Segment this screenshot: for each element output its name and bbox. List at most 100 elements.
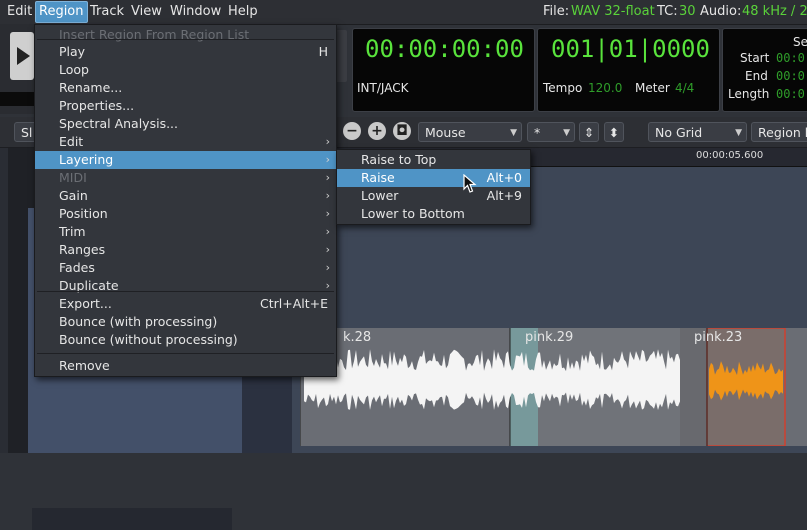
menu-separator [37,291,334,292]
menu-edit[interactable]: Edit [4,2,35,22]
submenu-arrow-icon: › [325,153,330,166]
region-menu-item-properties[interactable]: Properties... [35,97,336,115]
menu-item-label: Rename... [59,80,123,95]
edit-point-value: Mouse [425,125,466,140]
submenu-arrow-icon: › [325,171,330,184]
layering-item-lower-to-bottom[interactable]: Lower to Bottom [337,205,530,223]
menu-item-label: Raise [361,170,395,185]
tempo-value: 120.0 [588,81,623,95]
region-menu-item-rename[interactable]: Rename... [35,79,336,97]
menu-item-shortcut: Alt+9 [486,188,522,203]
tempo-label: Tempo [543,81,583,95]
menu-item-label: Gain [59,188,88,203]
selection-length-label: Length [728,87,770,101]
menu-bar: Edit Region Track View Window Help File:… [0,0,807,25]
play-button[interactable] [10,32,34,80]
layering-item-raise[interactable]: Raise Alt+0 [337,169,530,187]
primary-clock[interactable]: 00:00:00:00 INT/JACK [352,28,535,112]
menu-item-label: Play [59,44,86,59]
dropdown-arrow-icon: ▼ [735,128,742,138]
region-menu-item-fades[interactable]: Fades › [35,259,336,277]
menu-item-label: Raise to Top [361,152,437,167]
nudge-clock-icon[interactable]: ⇕ [579,122,599,142]
menu-item-label: Remove [59,358,110,373]
region-menu-item-layering[interactable]: Layering › [35,151,336,169]
secondary-clock[interactable]: 001|01|0000 Tempo 120.0 Meter 4/4 [537,28,720,112]
menu-item-shortcut: H [318,44,328,59]
region-menu: Insert Region From Region List Play H Loop R… [34,24,337,377]
status-tc-value: 30 [679,4,696,19]
transport-indicator [0,92,34,106]
zoom-in-icon[interactable]: + [368,122,386,140]
left-edge-strip [0,148,8,453]
region-menu-item-position[interactable]: Position › [35,205,336,223]
selection-end-value: 00:0 [776,69,805,83]
edit-point-selector[interactable]: Mouse ▼ [418,122,522,142]
region-menu-item-bounce-with-processing[interactable]: Bounce (with processing) [35,313,336,331]
menu-window[interactable]: Window [167,2,224,22]
region-menu-item-spectral-analysis[interactable]: Spectral Analysis... [35,115,336,133]
region-menu-item-insert-region-from-region-list: Insert Region From Region List [35,26,336,44]
region-menu-item-play[interactable]: Play H [35,43,336,61]
selection-length-value: 00:0 [776,87,805,101]
mouse-cursor-icon [463,174,477,193]
layering-item-lower[interactable]: Lower Alt+9 [337,187,530,205]
submenu-arrow-icon: › [325,135,330,148]
grid-selector[interactable]: No Grid ▼ [648,122,747,142]
audio-track-lane[interactable] [300,328,807,446]
status-file-label: File: [543,4,570,19]
region-menu-item-bounce-without-processing[interactable]: Bounce (without processing) [35,331,336,349]
submenu-arrow-icon: › [325,243,330,256]
menu-item-label: Spectral Analysis... [59,116,179,131]
submenu-arrow-icon: › [325,207,330,220]
layering-item-raise-to-top[interactable]: Raise to Top [337,151,530,169]
region-name-pink29: pink.29 [525,330,574,345]
bbt-display: 001|01|0000 [551,35,710,63]
region-menu-item-edit[interactable]: Edit › [35,133,336,151]
menu-separator [37,39,334,40]
submenu-arrow-icon: › [325,261,330,274]
sync-source: INT/JACK [357,81,409,95]
menu-item-label: Lower [361,188,399,203]
layering-submenu: Raise to Top Raise Alt+0 Lower Alt+9 Lower to… [336,149,531,225]
status-file-format: WAV 32-float [571,4,655,19]
menu-item-label: Fades [59,260,95,275]
menu-separator [37,353,334,354]
region-menu-item-loop[interactable]: Loop [35,61,336,79]
waveform-svg [300,328,786,446]
region-boundary-label: Region b [758,125,807,140]
status-tc-label: TC: [657,4,678,19]
menu-track[interactable]: Track [87,2,127,22]
menu-view[interactable]: View [128,2,165,22]
menu-item-shortcut: Alt+0 [486,170,522,185]
menu-help[interactable]: Help [225,2,261,22]
nudge-arrows-icon[interactable]: ⬍ [604,122,624,142]
region-menu-item-ranges[interactable]: Ranges › [35,241,336,259]
region-menu-item-gain[interactable]: Gain › [35,187,336,205]
region-menu-item-duplicate[interactable]: Duplicate › [35,277,336,295]
menu-item-label: Loop [59,62,89,77]
timecode-display: 00:00:00:00 [365,35,524,63]
region-gap [680,328,707,446]
dropdown-arrow-icon: ▼ [510,128,517,138]
submenu-arrow-icon: › [325,279,330,292]
menu-region[interactable]: Region [35,1,88,23]
region-boundary-button[interactable]: Region b [751,122,807,142]
edit-mode-label: Sl [21,125,33,140]
menu-item-label: Lower to Bottom [361,206,465,221]
nudge-selector[interactable]: * ▼ [527,122,575,142]
menu-item-label: MIDI [59,170,87,185]
menu-item-label: Layering [59,152,114,167]
region-menu-item-remove[interactable]: Remove [35,357,336,375]
menu-item-shortcut: Ctrl+Alt+E [259,296,328,311]
zoom-out-icon[interactable]: − [343,122,361,140]
menu-item-label: Bounce (without processing) [59,332,238,347]
region-menu-item-trim[interactable]: Trim › [35,223,336,241]
region-menu-item-export[interactable]: Export... Ctrl+Alt+E [35,295,336,313]
selection-start-label: Start [740,51,770,65]
menu-item-label: Bounce (with processing) [59,314,218,329]
zoom-to-session-icon[interactable]: ◘ [393,122,411,140]
menu-item-label: Ranges [59,242,106,257]
meter-label: Meter [635,81,670,95]
selection-clock[interactable]: Se Start 00:0 End 00:0 Length 00:0 [722,28,807,112]
